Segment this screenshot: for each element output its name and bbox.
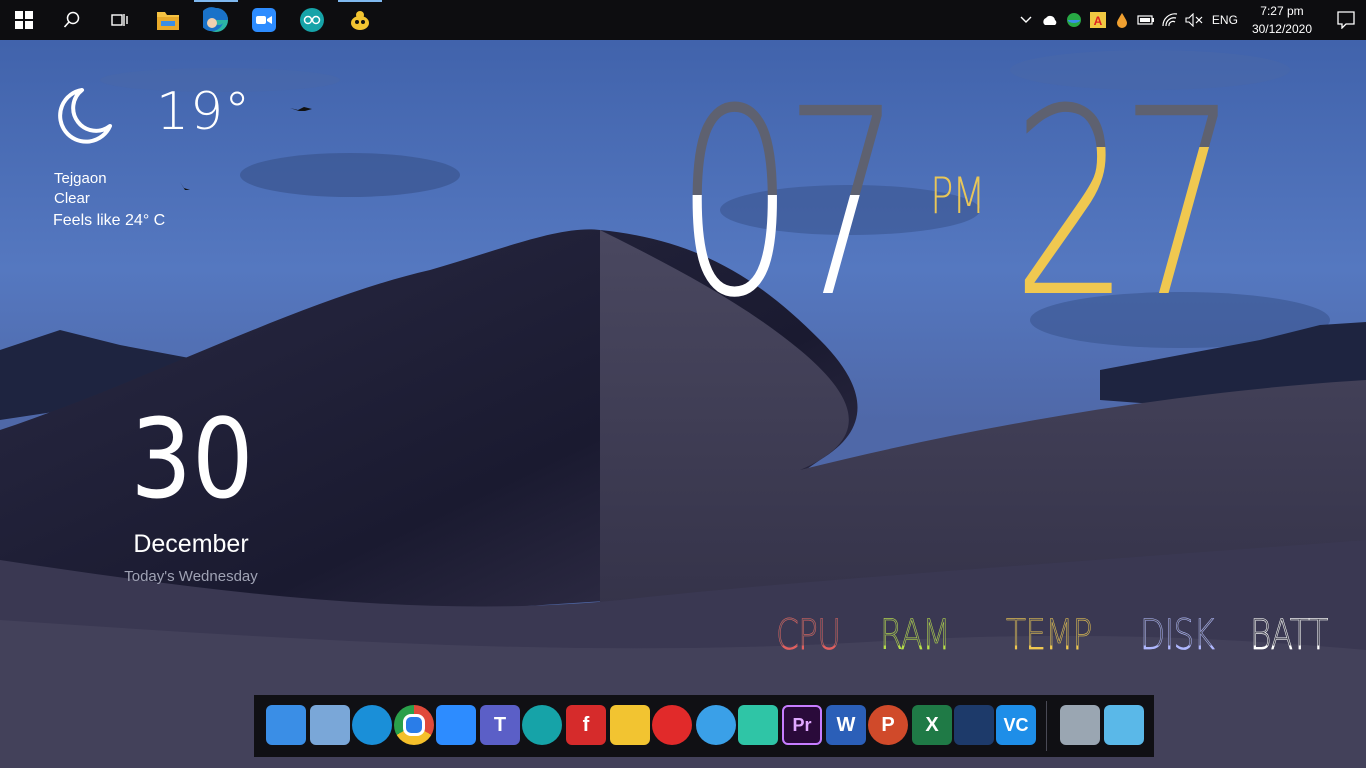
- video-camera-icon[interactable]: [696, 705, 736, 745]
- zoom-icon[interactable]: [436, 705, 476, 745]
- input-language-indicator[interactable]: ENG: [1206, 13, 1248, 27]
- desktop-icon[interactable]: [1104, 705, 1144, 745]
- excel-icon[interactable]: X: [912, 705, 952, 745]
- fonts-app-glyph: f: [582, 713, 590, 736]
- action-center-icon: [1337, 11, 1355, 29]
- battery-icon[interactable]: [1134, 0, 1158, 40]
- droplet-icon[interactable]: [1110, 0, 1134, 40]
- moon-icon: [58, 88, 112, 144]
- teams-glyph: T: [493, 713, 507, 736]
- taskbar-time: 7:27 pm: [1260, 4, 1304, 18]
- premiere-pro-glyph: Pr: [792, 714, 812, 735]
- zoom-icon: [252, 8, 276, 32]
- word-glyph: W: [836, 713, 856, 736]
- taskbar-app-microsoft-edge[interactable]: [192, 0, 240, 40]
- action-center-button[interactable]: [1326, 0, 1366, 40]
- start-button[interactable]: [0, 0, 48, 40]
- taskbar-app-file-explorer[interactable]: [144, 0, 192, 40]
- show-hidden-icons-button[interactable]: [1014, 0, 1038, 40]
- acrobat-icon[interactable]: [652, 705, 692, 745]
- edge-icon: [203, 7, 228, 32]
- teams-icon[interactable]: T: [480, 705, 520, 745]
- date-weekday: Today's Wednesday: [124, 568, 258, 585]
- task-view-icon: [111, 14, 128, 26]
- dock-separator: [1046, 701, 1047, 751]
- vnc-icon[interactable]: VC: [996, 705, 1036, 745]
- globe-app-icon[interactable]: [1062, 0, 1086, 40]
- arduino-icon[interactable]: [522, 705, 562, 745]
- chrome-icon[interactable]: [394, 705, 434, 745]
- app-dock: Tf Pr W P X VC: [254, 695, 1154, 757]
- weather-temperature: 19°: [156, 82, 252, 142]
- control-panel-icon[interactable]: [310, 705, 350, 745]
- genie-lamp-icon: [351, 11, 369, 30]
- vnc-glyph: VC: [1003, 714, 1029, 735]
- windows-logo-icon: [15, 11, 33, 29]
- wifi-icon[interactable]: [1158, 0, 1182, 40]
- chrome-center: [403, 714, 425, 736]
- edge-icon[interactable]: [352, 705, 392, 745]
- taskbar-app-zoom[interactable]: [240, 0, 288, 40]
- taskbar-app-genie[interactable]: [336, 0, 384, 40]
- arduino-icon: [300, 8, 324, 32]
- search-button[interactable]: [48, 0, 96, 40]
- powerpoint-glyph: P: [881, 713, 895, 736]
- word-icon[interactable]: W: [826, 705, 866, 745]
- weather-feels-like: Feels like 24° C: [53, 212, 166, 229]
- weather-condition: Clear: [54, 190, 90, 207]
- genie-lamp-icon[interactable]: [610, 705, 650, 745]
- date-month: December: [133, 530, 249, 558]
- f-app-icon[interactable]: f: [566, 705, 606, 745]
- folder-icon: [157, 12, 179, 30]
- computer-icon[interactable]: [266, 705, 306, 745]
- powerpoint-icon[interactable]: P: [868, 705, 908, 745]
- filmora-icon[interactable]: [738, 705, 778, 745]
- font-app-icon[interactable]: A: [1086, 0, 1110, 40]
- taskbar-app-arduino[interactable]: [288, 0, 336, 40]
- taskbar: A ENG 7:27 pm 30/12/2020: [0, 0, 1366, 40]
- search-icon: [63, 11, 80, 28]
- recycle-bin-icon[interactable]: [1060, 705, 1100, 745]
- excel-glyph: X: [925, 713, 939, 736]
- onedrive-cloud-icon[interactable]: [1038, 0, 1062, 40]
- weather-location: Tejgaon: [54, 170, 107, 187]
- svg-text:A: A: [1094, 14, 1103, 28]
- system-tray: A ENG 7:27 pm 30/12/2020: [1014, 0, 1366, 40]
- premiere-pro-icon[interactable]: Pr: [782, 705, 822, 745]
- chevron-up-icon: [1020, 16, 1032, 23]
- task-view-button[interactable]: [96, 0, 144, 40]
- date-day-number: 30: [130, 395, 254, 523]
- taskbar-clock[interactable]: 7:27 pm 30/12/2020: [1248, 2, 1326, 38]
- taskbar-date: 30/12/2020: [1251, 22, 1312, 36]
- wondershare-icon[interactable]: [954, 705, 994, 745]
- volume-muted-icon[interactable]: [1182, 0, 1206, 40]
